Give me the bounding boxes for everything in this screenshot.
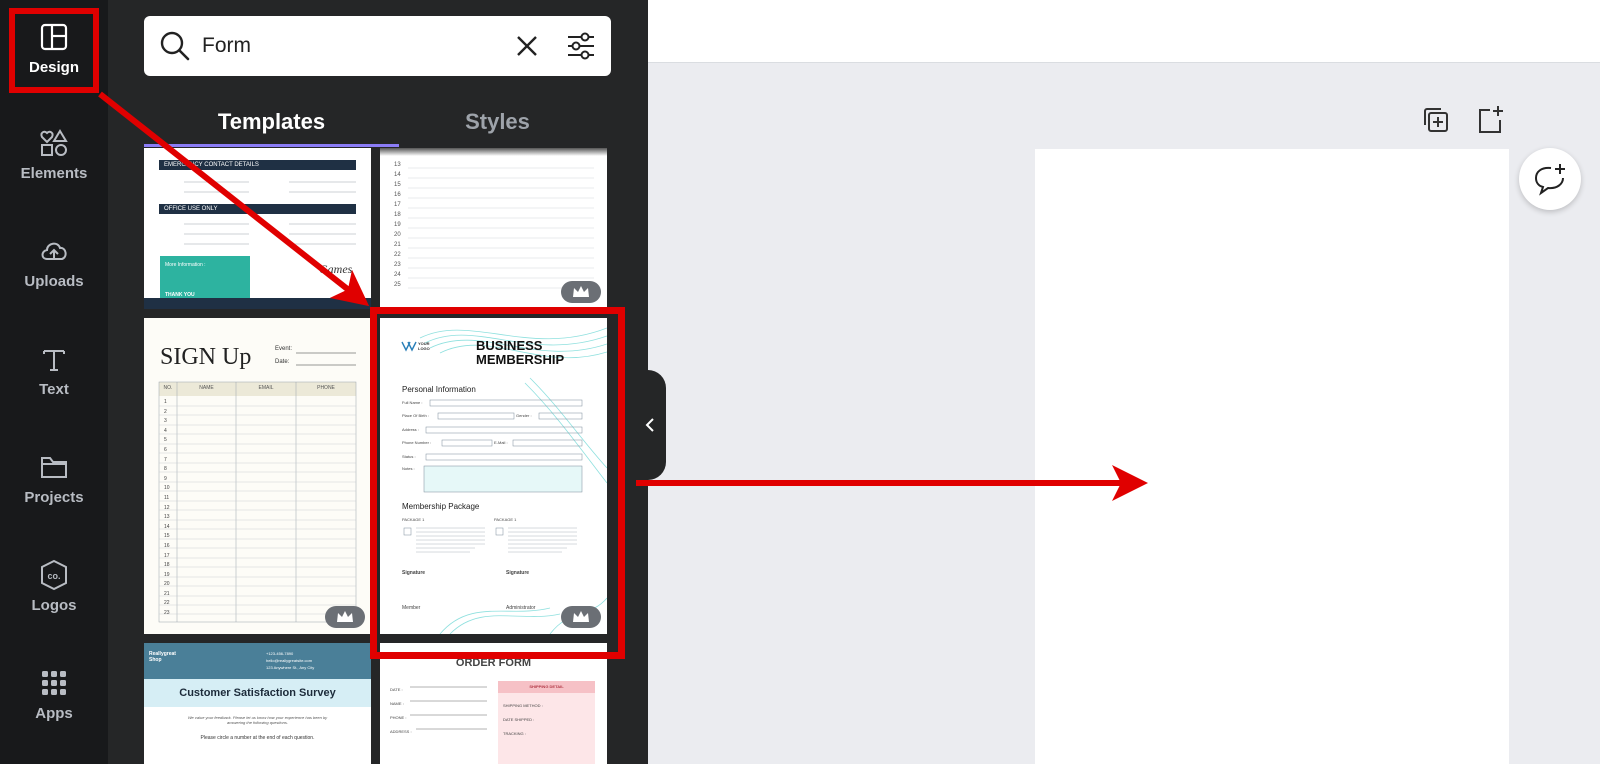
template-text: PACKAGE 1 xyxy=(402,517,425,522)
template-text: Administrator xyxy=(506,605,536,611)
crown-icon xyxy=(573,286,589,297)
folder-icon xyxy=(41,456,67,478)
text-icon xyxy=(43,349,65,371)
template-section-title: Personal Information xyxy=(402,385,476,394)
tab-underline xyxy=(144,144,399,147)
template-field-label: E-Mail : xyxy=(494,440,508,445)
rail-item-label: Design xyxy=(28,58,79,76)
chevron-left-icon xyxy=(645,418,654,432)
row-numbers: 13 14 15 16 17 18 19 20 21 22 23 24 25 xyxy=(394,162,401,288)
template-thumbnail xyxy=(410,681,595,764)
template-thumbnail xyxy=(158,352,357,623)
templates-panel: Templates Styles xyxy=(108,0,648,764)
cloud-upload-icon xyxy=(41,242,67,260)
layout-icon xyxy=(40,23,68,50)
template-text: Signature xyxy=(506,570,530,576)
rail-item-apps[interactable]: Apps xyxy=(0,646,108,742)
template-field-label: Status : xyxy=(402,454,416,459)
canva-editor: Design Elements Uploads Text Projects co… xyxy=(0,0,1600,764)
premium-badge xyxy=(561,281,601,303)
template-field-label: Place Of Birth : xyxy=(402,413,429,418)
filter-icon[interactable] xyxy=(565,30,597,62)
order-fields: DATE : NAME : PHONE : ADDRESS : xyxy=(390,687,412,734)
template-card-emergency-form[interactable]: Games EMERGENCY CONTACT DETAILS OFFICE U… xyxy=(144,148,371,309)
search-input[interactable] xyxy=(202,34,513,58)
premium-badge xyxy=(561,606,601,628)
template-contact: +123-456-7890 hello@reallygreatsite.com 12… xyxy=(266,651,315,670)
template-title: BUSINESS MEMBERSHIP xyxy=(476,338,565,367)
template-text: More Information : xyxy=(165,262,206,268)
template-card-order-form[interactable]: ORDER FORM DATE : NAME : PHONE : ADDRESS : … xyxy=(380,643,607,764)
panel-tabs: Templates Styles xyxy=(144,96,611,148)
close-icon[interactable] xyxy=(513,32,541,60)
duplicate-page-icon[interactable] xyxy=(1420,104,1452,136)
template-logo-text: YOUR LOGO xyxy=(418,341,430,351)
rail-item-design[interactable]: Design xyxy=(0,0,108,96)
left-rail: Design Elements Uploads Text Projects co… xyxy=(0,0,108,764)
template-title: Customer Satisfaction Survey xyxy=(179,687,336,699)
rail-item-label: Logos xyxy=(31,596,77,614)
shipping-fields: SHIPPING METHOD : DATE SHIPPED : TRACKING … xyxy=(503,703,543,736)
template-card-number-list[interactable]: 13 14 15 16 17 18 19 20 21 22 23 24 25 xyxy=(380,148,607,309)
rail-item-label: Apps xyxy=(35,704,73,722)
rail-item-projects[interactable]: Projects xyxy=(0,430,108,526)
crown-icon xyxy=(337,611,353,622)
template-field-label: Address : xyxy=(402,427,419,432)
search-bar xyxy=(144,16,611,76)
template-text: Signature xyxy=(402,570,426,576)
template-shadow xyxy=(380,148,607,156)
comment-add-icon xyxy=(1534,164,1565,196)
editor-top-bar xyxy=(648,0,1600,63)
template-heading: EMERGENCY CONTACT DETAILS xyxy=(164,162,259,168)
template-text: Please circle a number at the end of eac… xyxy=(200,735,315,741)
grid-icon xyxy=(42,670,66,695)
crown-icon xyxy=(573,611,589,622)
row-numbers: 1 2 3 4 5 6 7 8 9 10 11 12 13 14 15 16 17 18 19 20 21 22 23 xyxy=(164,399,170,617)
tab-templates[interactable]: Templates xyxy=(144,96,399,148)
template-thumbnail: Games xyxy=(144,160,371,309)
logo-badge-icon: co. xyxy=(41,559,67,590)
template-field-label: Gender : xyxy=(516,413,532,418)
template-card-business-membership[interactable]: YOUR LOGO BUSINESS MEMBERSHIP Personal In… xyxy=(380,318,607,634)
template-card-sign-up-sheet[interactable]: SIGN Up Event: Date: NO. NAME EMAIL PHON… xyxy=(144,318,371,634)
template-text: THANK YOU xyxy=(165,292,195,298)
template-text: Member xyxy=(402,605,421,611)
premium-badge xyxy=(325,606,365,628)
template-text: Reallygreat Shop xyxy=(149,651,176,663)
collapse-panel-button[interactable] xyxy=(634,370,666,480)
template-card-customer-survey[interactable]: Reallygreat Shop +123-456-7890 hello@real… xyxy=(144,643,371,764)
rail-item-label: Elements xyxy=(20,164,88,182)
svg-text:Games: Games xyxy=(319,262,353,276)
svg-text:co.: co. xyxy=(47,571,60,581)
rail-item-label: Text xyxy=(39,380,69,398)
template-section-title: Membership Package xyxy=(402,502,480,511)
rail-item-label: Projects xyxy=(24,488,84,506)
template-text: PACKAGE 1 xyxy=(494,517,517,522)
table-header: NO. NAME EMAIL PHONE xyxy=(163,385,335,391)
template-grid: Games EMERGENCY CONTACT DETAILS OFFICE U… xyxy=(144,148,611,764)
tab-styles[interactable]: Styles xyxy=(370,96,625,148)
add-comment-button[interactable] xyxy=(1519,148,1581,210)
template-heading: OFFICE USE ONLY xyxy=(164,206,218,212)
template-text: We value your feedback. Please let us kn… xyxy=(187,715,328,725)
template-field-label: Full Name : xyxy=(402,400,423,405)
rail-item-elements[interactable]: Elements xyxy=(0,106,108,202)
template-field-label: Phone Number : xyxy=(402,440,432,445)
add-page-icon[interactable] xyxy=(1474,104,1506,136)
design-canvas-page[interactable] xyxy=(1035,149,1509,764)
search-icon xyxy=(160,31,190,61)
rail-item-uploads[interactable]: Uploads xyxy=(0,214,108,310)
rail-item-text[interactable]: Text xyxy=(0,322,108,418)
rail-item-logos[interactable]: co. Logos xyxy=(0,538,108,634)
template-text: SHIPPING DETAIL xyxy=(529,684,564,689)
template-field-label: Notes : xyxy=(402,466,415,471)
shapes-icon xyxy=(40,128,68,156)
rail-item-label: Uploads xyxy=(24,272,84,290)
